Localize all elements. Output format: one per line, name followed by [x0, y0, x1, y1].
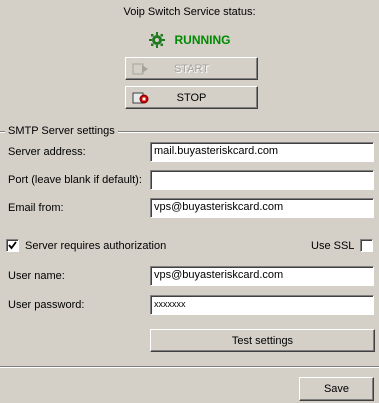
checkmark-icon	[8, 241, 17, 250]
ssl-checkbox[interactable]	[360, 239, 373, 252]
port-label: Port (leave blank if default):	[8, 174, 142, 186]
user-name-label: User name:	[8, 270, 65, 282]
user-password-input[interactable]: xxxxxxx	[150, 295, 374, 315]
port-input[interactable]	[150, 170, 374, 190]
user-name-input[interactable]: vps@buyasteriskcard.com	[150, 266, 374, 286]
gear-icon	[148, 32, 165, 48]
user-password-label: User password:	[8, 299, 85, 311]
smtp-group-title: SMTP Server settings	[5, 125, 118, 137]
footer-divider	[0, 366, 379, 368]
stop-button-label: STOP	[176, 91, 207, 104]
stop-icon	[132, 92, 149, 104]
start-icon	[132, 63, 148, 75]
service-status-row: RUNNING	[0, 32, 379, 48]
service-status-title: Voip Switch Service status:	[123, 6, 256, 18]
start-button-label: START	[173, 62, 210, 75]
stop-button[interactable]: STOP	[125, 86, 258, 109]
ssl-label: Use SSL	[311, 240, 355, 252]
test-settings-button[interactable]: Test settings	[150, 329, 375, 352]
email-from-label: Email from:	[8, 202, 64, 214]
start-button[interactable]: START	[125, 57, 258, 80]
server-address-input[interactable]: mail.buyasteriskcard.com	[150, 142, 374, 162]
save-button[interactable]: Save	[299, 377, 374, 401]
auth-label: Server requires authorization	[25, 240, 167, 252]
email-from-input[interactable]: vps@buyasteriskcard.com	[150, 198, 374, 218]
server-address-label: Server address:	[8, 146, 86, 158]
service-status-value: RUNNING	[174, 33, 231, 47]
auth-checkbox[interactable]	[6, 239, 19, 252]
